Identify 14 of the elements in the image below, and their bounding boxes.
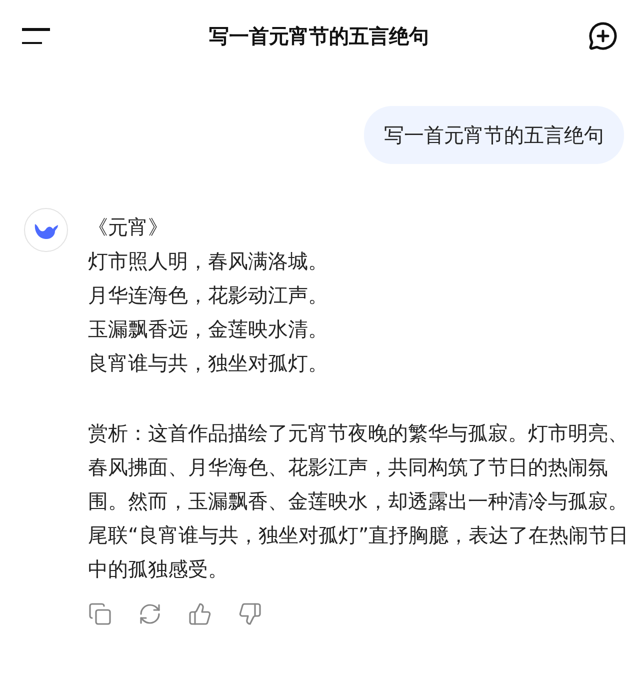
refresh-icon[interactable] (138, 602, 162, 626)
thumbs-down-icon[interactable] (238, 602, 262, 626)
poem-title: 《元宵》 (88, 214, 169, 241)
new-chat-icon[interactable] (588, 21, 618, 51)
chat-title: 写一首元宵节的五言绝句 (209, 23, 429, 50)
thumbs-up-icon[interactable] (188, 602, 212, 626)
copy-icon[interactable] (88, 602, 112, 626)
poem-line: 月华连海色，花影动江声。 (88, 282, 329, 309)
menu-icon[interactable] (22, 28, 50, 44)
poem-line: 灯市照人明，春风满洛城。 (88, 248, 329, 275)
analysis-paragraph: 赏析：这首作品描绘了元宵节夜晚的繁华与孤寂。灯市明亮、春风拂面、月华海色、花影江声，共同构筑了节日的热闹氛围。然而，玉漏飘香、金莲映水，却透露出一种清冷与孤寂。尾联“良宵谁与共，独坐对孤灯”直抒胸臆，表达了在热闹节日中的孤独感受。 (88, 420, 630, 583)
poem-line: 良宵谁与共，独坐对孤灯。 (88, 350, 329, 377)
poem-line: 玉漏飘香远，金莲映水清。 (88, 316, 329, 343)
user-message-bubble: 写一首元宵节的五言绝句 (364, 106, 624, 164)
